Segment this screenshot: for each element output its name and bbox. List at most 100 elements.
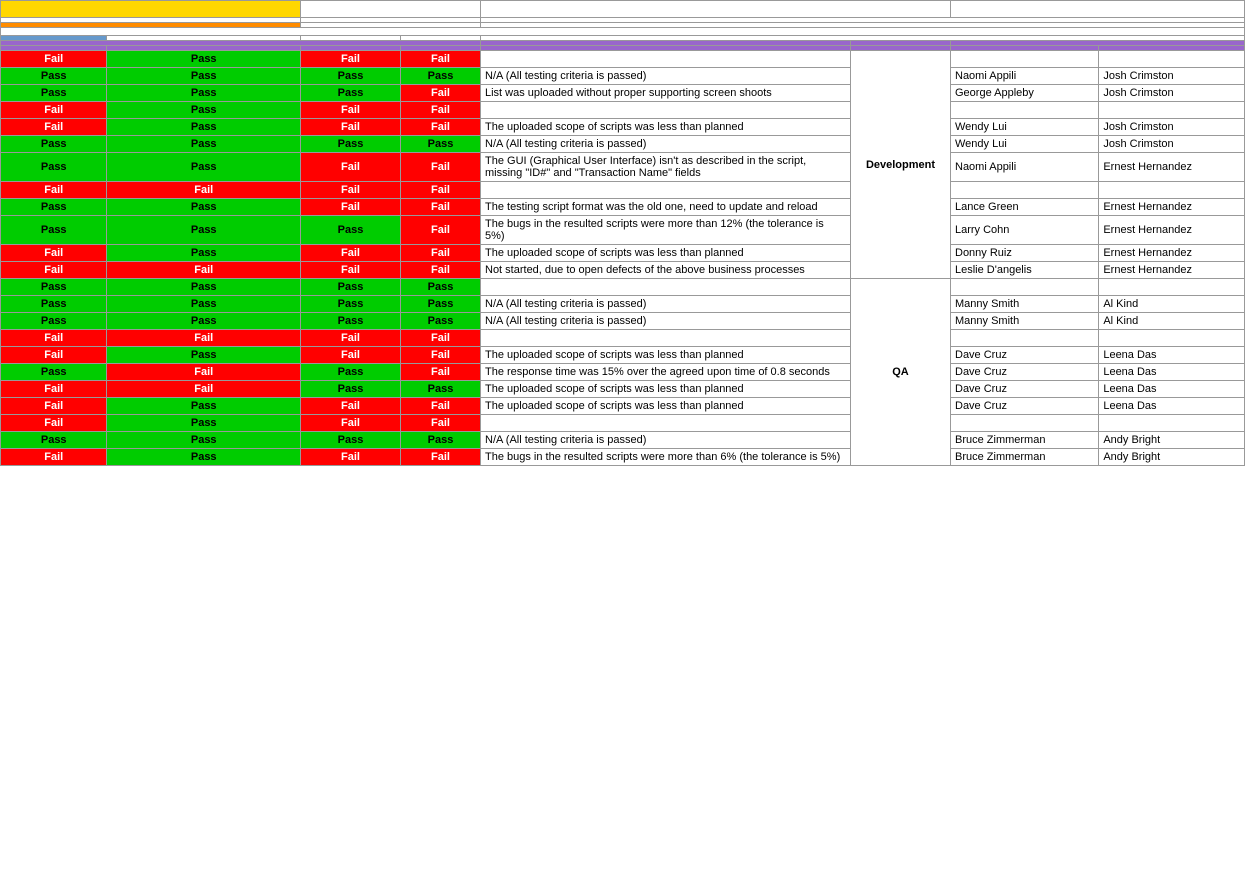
spacer <box>1 28 1245 36</box>
defect-cell: The GUI (Graphical User Interface) isn't… <box>481 153 851 182</box>
tester-cell: Josh Crimston <box>1099 119 1245 136</box>
tester-cell: Josh Crimston <box>1099 136 1245 153</box>
defect-cell: The uploaded scope of scripts was less t… <box>481 381 851 398</box>
bugs-cell: Fail <box>401 415 481 432</box>
response-cell: Pass <box>107 398 301 415</box>
bugs-cell: Pass <box>401 432 481 449</box>
tester-cell: Andy Bright <box>1099 432 1245 449</box>
tester-cell: Leena Das <box>1099 381 1245 398</box>
scope-cell: Pass <box>1 313 107 330</box>
script-cell: Pass <box>301 296 401 313</box>
developer-cell <box>951 415 1099 432</box>
response-cell: Pass <box>107 432 301 449</box>
tester-cell: Josh Crimston <box>1099 68 1245 85</box>
script-cell: Pass <box>301 216 401 245</box>
script-cell: Pass <box>301 313 401 330</box>
defect-cell <box>481 330 851 347</box>
tester-cell: Andy Bright <box>1099 449 1245 466</box>
script-cell: Fail <box>301 330 401 347</box>
scope-cell: Pass <box>1 216 107 245</box>
developer-cell: Naomi Appili <box>951 68 1099 85</box>
spacer-row <box>1 28 1245 36</box>
script-cell: Fail <box>301 119 401 136</box>
tester-cell: Al Kind <box>1099 296 1245 313</box>
scope-cell: Fail <box>1 381 107 398</box>
response-cell: Fail <box>107 330 301 347</box>
response-cell: Pass <box>107 449 301 466</box>
tester-cell: Al Kind <box>1099 313 1245 330</box>
bugs-cell: Fail <box>401 51 481 68</box>
defect-cell: The bugs in the resulted scripts were mo… <box>481 449 851 466</box>
tester-cell <box>1099 415 1245 432</box>
response-cell: Fail <box>107 262 301 279</box>
developer-cell <box>951 330 1099 347</box>
scope-cell: Fail <box>1 330 107 347</box>
developer-cell: Bruce Zimmerman <box>951 449 1099 466</box>
tester-cell: Josh Crimston <box>1099 85 1245 102</box>
scope-cell: Fail <box>1 398 107 415</box>
response-cell: Pass <box>107 279 301 296</box>
scope-cell: Fail <box>1 119 107 136</box>
scope-cell: Fail <box>1 245 107 262</box>
script-cell: Fail <box>301 415 401 432</box>
developer-cell: Bruce Zimmerman <box>951 432 1099 449</box>
table-row: FailPassFailFail <box>1 415 1245 432</box>
bugs-cell: Pass <box>401 381 481 398</box>
developer-cell: Wendy Lui <box>951 119 1099 136</box>
bugs-cell: Fail <box>401 153 481 182</box>
developer-cell: Leslie D'angelis <box>951 262 1099 279</box>
table-row: FailPassFailFailThe bugs in the resulted… <box>1 449 1245 466</box>
response-cell: Fail <box>107 182 301 199</box>
scope-cell: Pass <box>1 279 107 296</box>
defect-cell: The bugs in the resulted scripts were mo… <box>481 216 851 245</box>
project-title <box>1 1 301 18</box>
tester-cell <box>1099 51 1245 68</box>
response-cell: Pass <box>107 102 301 119</box>
defect-cell: The uploaded scope of scripts was less t… <box>481 119 851 136</box>
main-table: FailPassFailFailDevelopmentPassPassPassP… <box>0 0 1245 466</box>
table-row: FailFailFailFail <box>1 330 1245 347</box>
table-row: FailFailPassPassThe uploaded scope of sc… <box>1 381 1245 398</box>
scope-cell: Fail <box>1 449 107 466</box>
defect-cell: N/A (All testing criteria is passed) <box>481 296 851 313</box>
tester-cell <box>1099 182 1245 199</box>
bugs-cell: Fail <box>401 216 481 245</box>
empty-1 <box>301 1 481 18</box>
bugs-cell: Pass <box>401 296 481 313</box>
developer-cell: Donny Ruiz <box>951 245 1099 262</box>
scope-cell: Pass <box>1 296 107 313</box>
defect-cell: N/A (All testing criteria is passed) <box>481 68 851 85</box>
table-row: PassFailPassFailThe response time was 15… <box>1 364 1245 381</box>
defect-cell: The uploaded scope of scripts was less t… <box>481 398 851 415</box>
tester-cell: Ernest Hernandez <box>1099 216 1245 245</box>
bugs-cell: Fail <box>401 102 481 119</box>
tester-cell: Ernest Hernandez <box>1099 153 1245 182</box>
bugs-cell: Fail <box>401 330 481 347</box>
scope-cell: Fail <box>1 347 107 364</box>
bugs-cell: Pass <box>401 279 481 296</box>
table-row: PassPassPassPassQA <box>1 279 1245 296</box>
scope-cell: Pass <box>1 432 107 449</box>
response-cell: Fail <box>107 364 301 381</box>
table-row: FailPassFailFailThe uploaded scope of sc… <box>1 347 1245 364</box>
bugs-cell: Fail <box>401 398 481 415</box>
defect-cell: The testing script format was the old on… <box>481 199 851 216</box>
response-cell: Pass <box>107 119 301 136</box>
developer-cell: George Appleby <box>951 85 1099 102</box>
bugs-cell: Fail <box>401 347 481 364</box>
bugs-cell: Pass <box>401 313 481 330</box>
developer-cell: Lance Green <box>951 199 1099 216</box>
developer-cell: Dave Cruz <box>951 381 1099 398</box>
table-row: PassPassPassPassN/A (All testing criteri… <box>1 136 1245 153</box>
scope-cell: Pass <box>1 199 107 216</box>
response-cell: Pass <box>107 68 301 85</box>
tester-cell: Ernest Hernandez <box>1099 245 1245 262</box>
script-cell: Pass <box>301 68 401 85</box>
table-row: PassPassPassFailThe bugs in the resulted… <box>1 216 1245 245</box>
tester-cell <box>1099 330 1245 347</box>
script-cell: Fail <box>301 199 401 216</box>
table-row: PassPassFailFailThe testing script forma… <box>1 199 1245 216</box>
defect-cell: Not started, due to open defects of the … <box>481 262 851 279</box>
response-cell: Pass <box>107 347 301 364</box>
table-row: PassPassFailFailThe GUI (Graphical User … <box>1 153 1245 182</box>
